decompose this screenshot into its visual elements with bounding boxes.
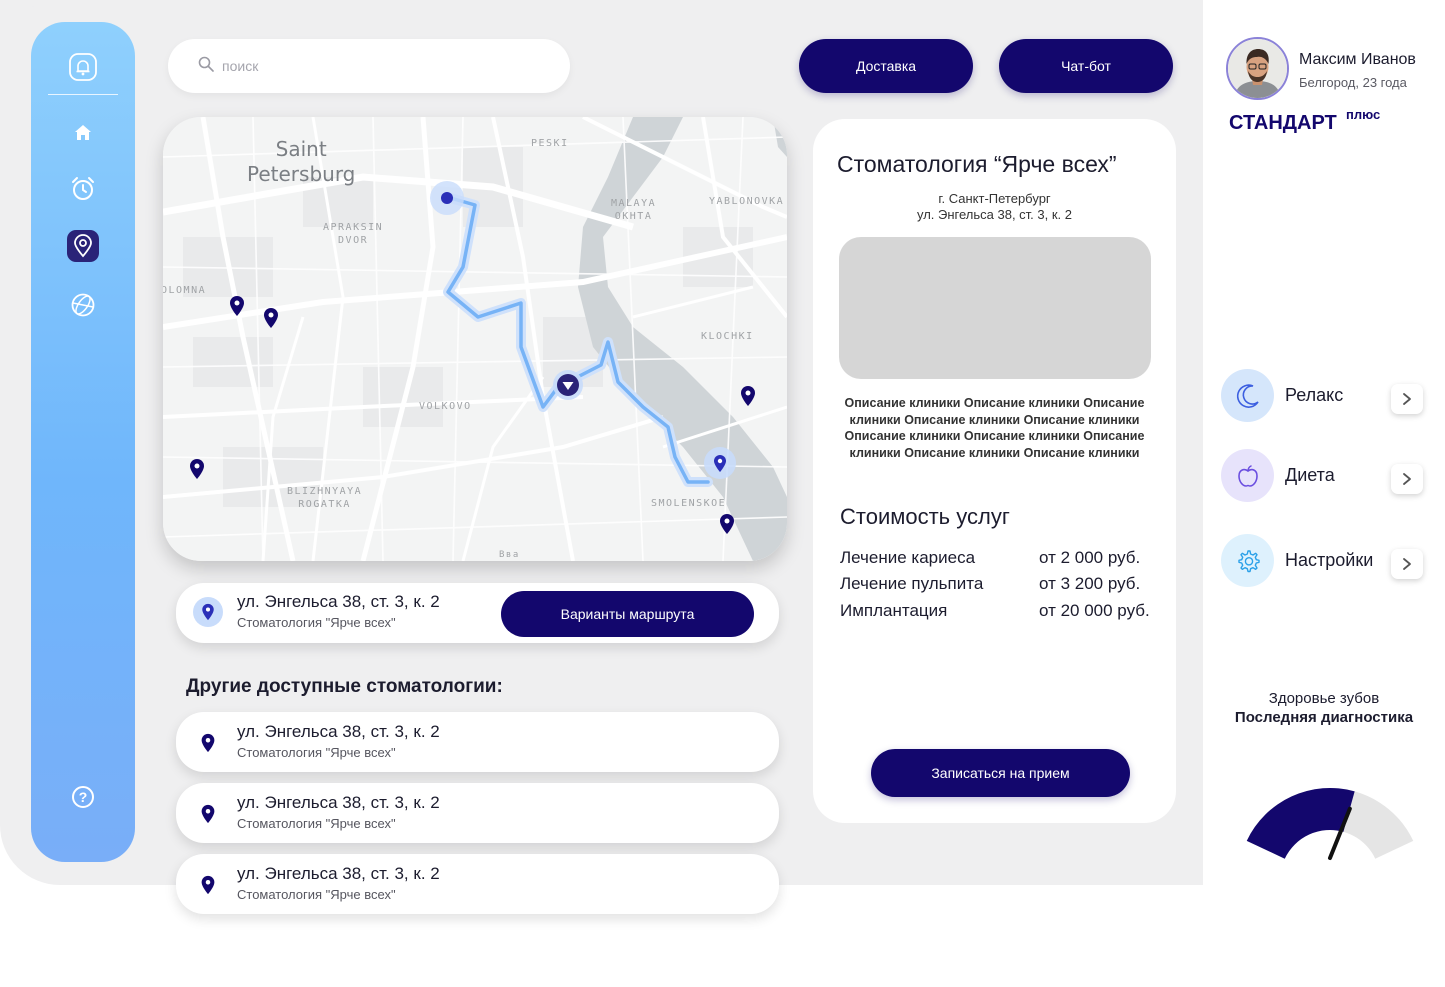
price-item-value: от 2 000 руб. (1039, 548, 1141, 567)
list-item[interactable]: ул. Энгельса 38, ст. 3, к. 2 Стоматологи… (176, 712, 779, 772)
clinic-street: ул. Энгельса 38, ст. 3, к. 2 (916, 207, 1073, 222)
selected-address: ул. Энгельса 38, ст. 3, к. 2 (237, 592, 440, 611)
clinic-photo-placeholder (839, 237, 1151, 379)
avatar[interactable] (1226, 37, 1289, 100)
map-district-label: VOLKOVO (419, 401, 472, 412)
map-pin-icon[interactable] (740, 385, 756, 407)
clinic-title: Стоматология “Ярче всех” (837, 151, 1117, 177)
map-district-label: KLOCHKI (701, 331, 754, 342)
list-item-clinic: Стоматология "Ярче всех" (237, 816, 396, 831)
map-district-label: APRAKSIN DVOR (323, 222, 384, 246)
map-pin-icon (201, 875, 215, 895)
search-input[interactable] (222, 58, 522, 74)
map-pin-icon[interactable] (67, 230, 99, 262)
plan-name: СТАНДАРТ (1229, 112, 1337, 134)
clinic-description: Описание клиники Описание клиники Описан… (844, 396, 1145, 460)
chevron-right-icon[interactable] (1391, 464, 1423, 494)
plan-suffix: плюс (1346, 107, 1381, 122)
health-gauge (1246, 788, 1414, 860)
map-pin-icon (201, 804, 215, 824)
map-pin-icon (201, 733, 215, 753)
book-appointment-button[interactable]: Записаться на прием (871, 749, 1130, 797)
map-district-label: MALAYA OKHTA (611, 198, 657, 222)
list-item-address: ул. Энгельса 38, ст. 3, к. 2 (237, 722, 440, 741)
health-title: Здоровье зубов (1268, 690, 1380, 707)
map-view[interactable]: Saint Petersburg PESKI MALAYA OKHTA YABLON… (163, 117, 787, 561)
chevron-right-icon[interactable] (1391, 549, 1423, 579)
search-icon (198, 56, 214, 77)
map-district-label: Вва (499, 550, 520, 560)
selected-clinic-name: Стоматология "Ярче всех" (237, 615, 396, 630)
chevron-right-icon[interactable] (1391, 384, 1423, 414)
list-item[interactable]: ул. Энгельса 38, ст. 3, к. 2 Стоматологи… (176, 783, 779, 843)
svg-text:?: ? (79, 789, 88, 805)
menu-item-label[interactable]: Диета (1285, 465, 1335, 486)
price-item-name: Имплантация (840, 601, 948, 620)
route-start-marker[interactable] (429, 180, 465, 216)
gear-icon[interactable] (1221, 534, 1274, 587)
current-location-marker[interactable] (552, 369, 584, 401)
gauge-fill (1246, 788, 1355, 859)
price-item-value: от 20 000 руб. (1039, 601, 1150, 620)
location-pin-icon (193, 597, 223, 627)
health-subtitle: Последняя диагностика (1234, 709, 1414, 726)
user-name: Максим Иванов (1299, 51, 1416, 68)
price-item-name: Лечение кариеса (840, 548, 976, 567)
alarm-clock-icon[interactable] (66, 172, 100, 206)
map-district-label: SMOLENSKOE (651, 498, 727, 509)
map-pin-icon[interactable] (719, 513, 735, 535)
map-city-label: Saint Petersburg (247, 137, 356, 186)
user-details: Белгород, 23 года (1299, 75, 1407, 90)
map-district-label: YABLONOVKA (709, 196, 785, 207)
price-item-value: от 3 200 руб. (1039, 574, 1141, 593)
clinic-details-panel: Стоматология “Ярче всех” г. Санкт-Петерб… (813, 119, 1176, 823)
map-district-label: PESKI (531, 138, 569, 149)
search-bar[interactable] (168, 39, 570, 93)
list-item-clinic: Стоматология "Ярче всех" (237, 745, 396, 760)
help-icon[interactable]: ? (66, 780, 100, 814)
list-item-clinic: Стоматология "Ярче всех" (237, 887, 396, 902)
list-item-address: ул. Энгельса 38, ст. 3, к. 2 (237, 864, 440, 883)
clinic-city: г. Санкт-Петербург (938, 191, 1051, 206)
menu-item-label[interactable]: Релакс (1285, 385, 1343, 406)
other-clinics-title: Другие доступные стоматологии: (186, 676, 503, 697)
route-options-button[interactable]: Варианты маршрута (501, 591, 754, 637)
map-pin-icon[interactable] (229, 295, 245, 317)
sidebar-divider (48, 94, 118, 95)
map-district-label: OLOMNA (163, 285, 207, 296)
list-item[interactable]: ул. Энгельса 38, ст. 3, к. 2 Стоматологи… (176, 854, 779, 914)
prices-title: Стоимость услуг (840, 504, 1010, 529)
chatbot-button[interactable]: Чат-бот (999, 39, 1173, 93)
price-item-name: Лечение пульпита (840, 574, 984, 593)
bell-icon[interactable] (66, 50, 100, 84)
map-pin-icon[interactable] (189, 458, 205, 480)
home-icon[interactable] (66, 116, 100, 150)
map-pin-icon[interactable] (263, 307, 279, 329)
menu-item-label[interactable]: Настройки (1285, 550, 1373, 571)
list-item-address: ул. Энгельса 38, ст. 3, к. 2 (237, 793, 440, 812)
delivery-button[interactable]: Доставка (799, 39, 973, 93)
map-district-label: BLIZHNYAYA ROGATKA (287, 486, 363, 510)
selected-clinic-card[interactable]: ул. Энгельса 38, ст. 3, к. 2 Стоматологи… (176, 583, 779, 643)
moon-icon[interactable] (1221, 369, 1274, 422)
sidebar: ? (31, 22, 135, 862)
globe-icon[interactable] (66, 288, 100, 322)
destination-marker[interactable] (703, 446, 737, 480)
apple-icon[interactable] (1221, 449, 1274, 502)
